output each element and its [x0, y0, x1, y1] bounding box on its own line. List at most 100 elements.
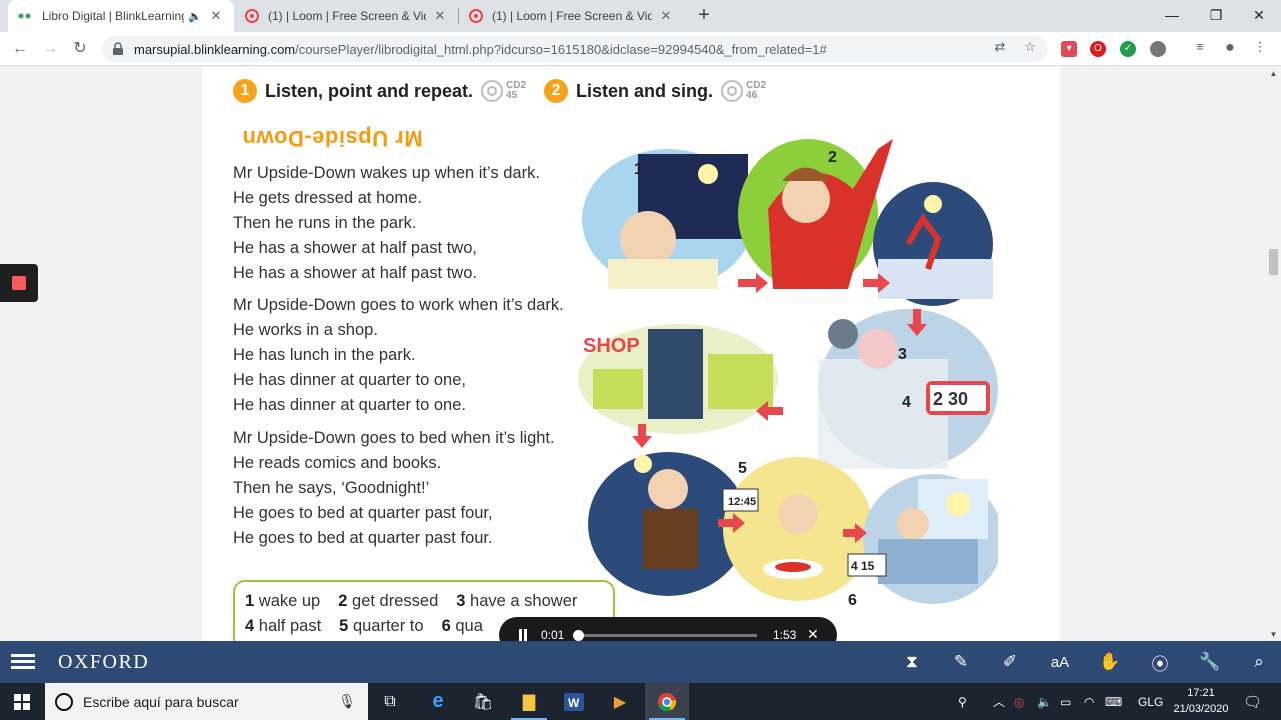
loom-record-button[interactable] — [0, 264, 38, 302]
file-explorer-icon[interactable]: ▇ — [507, 683, 551, 720]
panel-number-6: 6 — [848, 592, 857, 609]
translate-icon[interactable]: ⇄ — [990, 39, 1010, 59]
vocab-item: 4 half past — [245, 617, 322, 635]
keyboard-icon[interactable]: ⌨ — [1105, 683, 1122, 720]
activity-2-heading: 2 Listen and sing. CD2 46 — [544, 79, 766, 103]
current-time: 0:01 — [541, 628, 565, 641]
verse-line: Mr Upside-Down wakes up when it’s dark. — [233, 164, 540, 182]
edge-icon[interactable]: e — [416, 683, 460, 720]
opera-extension-icon[interactable]: O — [1090, 41, 1106, 57]
scrollbar-thumb[interactable] — [1269, 249, 1278, 275]
taskbar-clock[interactable]: 17:21 21/03/2020 — [1166, 685, 1236, 717]
cd-audio-icon[interactable]: CD2 45 — [481, 80, 526, 102]
panel-wake-up — [582, 149, 754, 289]
oxford-toolbar: OXFORD ⧗ ✎ ✐ aA ✋ ⦿ 🔧 ⌕ — [0, 641, 1281, 683]
verse-2: Mr Upside-Down goes to work when it’s da… — [233, 293, 564, 418]
media-player-icon[interactable]: ▶ — [598, 683, 642, 720]
minimize-icon[interactable]: — — [1150, 0, 1194, 32]
bookmark-star-icon[interactable]: ☆ — [1020, 39, 1040, 59]
seek-bar[interactable] — [573, 630, 757, 641]
activity-1-heading: 1 Listen, point and repeat. CD2 45 — [233, 79, 526, 103]
forward-icon[interactable]: → — [38, 37, 62, 61]
book-page: 1 Listen, point and repeat. CD2 45 2 List… — [202, 67, 1060, 641]
duration: 1:53 — [773, 628, 797, 641]
loom-video-player: 0:01 1:53 ✕ — [499, 617, 837, 641]
pause-icon[interactable] — [517, 629, 529, 641]
loom-tray-icon[interactable]: ◎ — [1014, 683, 1024, 720]
clock-quarter-past: 4 15 — [851, 559, 875, 573]
tab-loom-1[interactable]: (1) | Loom | Free Screen & Video ✕ — [234, 0, 458, 32]
hourglass-icon[interactable]: ⧗ — [898, 648, 926, 676]
shop-sign: SHOP — [583, 335, 640, 357]
battery-icon[interactable]: ▭ — [1060, 683, 1071, 720]
pencil-icon[interactable]: ✎ — [947, 648, 975, 676]
notifications-icon[interactable]: 🗨 — [1243, 683, 1262, 720]
scroll-down-icon[interactable]: ▼ — [1266, 630, 1281, 639]
verse-line: He has a shower at half past two, — [233, 239, 477, 257]
font-size-icon[interactable]: aA — [1046, 648, 1074, 676]
task-view-icon[interactable]: ⧉ — [368, 683, 412, 720]
verse-line: Mr Upside-Down goes to bed when it’s lig… — [233, 429, 555, 447]
word-icon[interactable]: W — [552, 683, 596, 720]
taskbar-search[interactable]: Escribe aquí para buscar 🎙 — [45, 683, 368, 720]
show-hidden-icons[interactable]: ︿ — [993, 683, 1005, 720]
cortana-icon — [55, 693, 73, 711]
tab-blinklearning[interactable]: Libro Digital | BlinkLearning 🔈 ✕ — [8, 0, 234, 32]
microphone-icon[interactable]: 🎙 — [338, 693, 356, 710]
verse-line: He has lunch in the park. — [233, 346, 416, 364]
reading-list-icon[interactable]: ≡ — [1190, 39, 1210, 59]
page-viewport: 1 Listen, point and repeat. CD2 45 2 List… — [0, 67, 1281, 641]
check-extension-icon[interactable]: ✓ — [1120, 41, 1136, 57]
volume-icon[interactable]: 🔈 — [1037, 683, 1052, 720]
address-bar[interactable]: marsupial.blinklearning.com/coursePlayer… — [102, 36, 1048, 62]
cd-audio-icon[interactable]: CD2 46 — [721, 80, 766, 102]
seek-knob[interactable] — [573, 630, 585, 641]
menu-kebab-icon[interactable]: ⋮ — [1250, 39, 1270, 59]
restore-icon[interactable]: ❐ — [1194, 0, 1238, 32]
profile-avatar-icon[interactable]: ● — [1220, 39, 1240, 59]
marker-icon[interactable]: ✐ — [996, 648, 1024, 676]
windows-start-icon[interactable] — [14, 694, 30, 710]
loom-favicon-icon — [244, 8, 260, 24]
close-tab-icon[interactable]: ✕ — [658, 8, 674, 24]
lock-icon[interactable] — [112, 42, 126, 56]
zoom-search-icon[interactable]: ⌕ — [1245, 648, 1273, 676]
vocab-item: 3 have a shower — [456, 592, 578, 610]
wifi-icon[interactable]: ◠ — [1084, 683, 1094, 720]
tab-title: (1) | Loom | Free Screen & Video — [492, 9, 652, 23]
activity-number: 1 — [233, 79, 257, 103]
vertical-scrollbar[interactable]: ▲ ▼ — [1266, 67, 1281, 641]
circle-extension-icon[interactable] — [1150, 41, 1166, 57]
chrome-icon[interactable] — [645, 683, 689, 720]
tab-title: (1) | Loom | Free Screen & Video — [268, 9, 426, 23]
spotlight-icon[interactable]: ⦿ — [1146, 648, 1174, 676]
url-path: /coursePlayer/librodigital_html.php?idcu… — [295, 41, 827, 57]
new-tab-button[interactable]: + — [692, 4, 716, 28]
close-tab-icon[interactable]: ✕ — [432, 8, 448, 24]
verse-line: Mr Upside-Down goes to work when it’s da… — [233, 296, 564, 314]
close-window-icon[interactable]: ✕ — [1237, 0, 1281, 32]
verse-line: Then he runs in the park. — [233, 214, 417, 232]
hand-icon[interactable]: ✋ — [1096, 648, 1124, 676]
vocab-item: 5 quarter to — [339, 617, 424, 635]
store-icon[interactable]: 🛍 — [461, 683, 505, 720]
pocket-extension-icon[interactable]: ▾ — [1061, 41, 1077, 57]
panel-number-2: 2 — [828, 149, 837, 166]
verse-line: He gets dressed at home. — [233, 189, 422, 207]
speaker-icon[interactable]: 🔈 — [188, 10, 202, 23]
back-icon[interactable]: ← — [8, 37, 32, 61]
tab-title: Libro Digital | BlinkLearning — [42, 9, 185, 23]
language-indicator[interactable]: GLG — [1138, 683, 1163, 720]
verse-line: Then he says, ‘Goodnight!’ — [233, 479, 430, 497]
tab-loom-2[interactable]: (1) | Loom | Free Screen & Video ✕ — [458, 0, 684, 32]
close-tab-icon[interactable]: ✕ — [208, 8, 224, 24]
panel-get-dressed — [738, 139, 893, 289]
close-player-icon[interactable]: ✕ — [807, 626, 819, 641]
verse-line: He has dinner at quarter to one. — [233, 396, 466, 414]
reload-icon[interactable]: ↻ — [68, 37, 92, 61]
hamburger-menu-icon[interactable] — [11, 654, 35, 670]
scroll-up-icon[interactable]: ▲ — [1266, 69, 1281, 78]
verse-line: He goes to bed at quarter past four, — [233, 504, 493, 522]
wrench-icon[interactable]: 🔧 — [1196, 648, 1224, 676]
people-icon[interactable]: ⚲ — [958, 683, 967, 720]
